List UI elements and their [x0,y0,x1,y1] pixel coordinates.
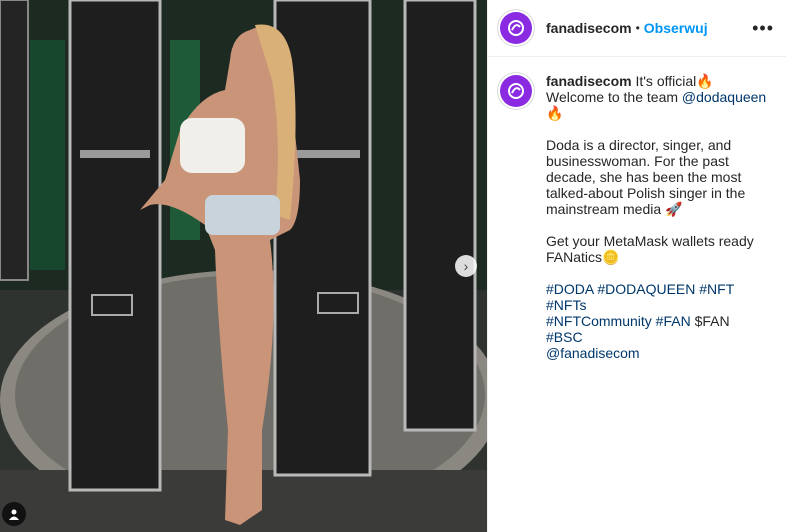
caption-text: fanadisecom It's official🔥 Welcome to th… [546,73,768,377]
post-caption: fanadisecom It's official🔥 Welcome to th… [488,57,786,377]
more-options-icon[interactable]: ••• [752,19,774,37]
caption-hashtags: #DODA #DODAQUEEN #NFT #NFTs #NFTCommunit… [546,281,768,361]
caption-avatar[interactable] [500,75,532,107]
post-header: fanadisecom • Obserwuj ••• [488,0,786,57]
caption-line1: It's official [635,73,697,89]
chevron-right-icon: › [463,258,469,274]
mention-dodaqueen[interactable]: @dodaqueen [682,89,766,105]
hashtag-bsc[interactable]: #BSC [546,329,583,345]
fanadise-logo-icon [508,20,524,36]
caption-line1-cont: Welcome to the team [546,89,682,105]
post-photo[interactable]: › [0,0,487,532]
coin-icon: 🪙 [602,249,620,265]
user-icon [9,509,19,520]
tagged-users-button[interactable] [2,502,26,526]
fire-icon: 🔥 [696,73,714,89]
caption-paragraph-2: Doda is a director, singer, and business… [546,137,768,217]
avatar[interactable] [500,12,532,44]
caption-para3-text: Get your MetaMask wallets ready FANatics [546,233,754,265]
caption-username[interactable]: fanadisecom [546,73,632,89]
post-details-panel: fanadisecom • Obserwuj ••• fanadisecom I… [487,0,786,532]
hashtag-line-1[interactable]: #DODA #DODAQUEEN #NFT #NFTs [546,281,734,313]
post-photo-illustration [0,0,487,532]
fire-icon-2: 🔥 [546,105,564,121]
hashtag-line-2[interactable]: #NFTCommunity #FAN [546,313,691,329]
carousel-next-button[interactable]: › [455,255,477,277]
follow-button[interactable]: Obserwuj [644,20,708,36]
post-author-username[interactable]: fanadisecom [546,20,632,36]
rocket-icon: 🚀 [665,201,683,217]
caption-para2-text: Doda is a director, singer, and business… [546,137,746,217]
caption-paragraph-1: fanadisecom It's official🔥 Welcome to th… [546,73,768,121]
caption-paragraph-3: Get your MetaMask wallets ready FANatics… [546,233,768,265]
separator-dot: • [635,21,640,35]
cashtag-fan: $FAN [690,313,730,329]
fanadise-logo-icon [508,83,524,99]
mention-fanadisecom[interactable]: @fanadisecom [546,345,640,361]
